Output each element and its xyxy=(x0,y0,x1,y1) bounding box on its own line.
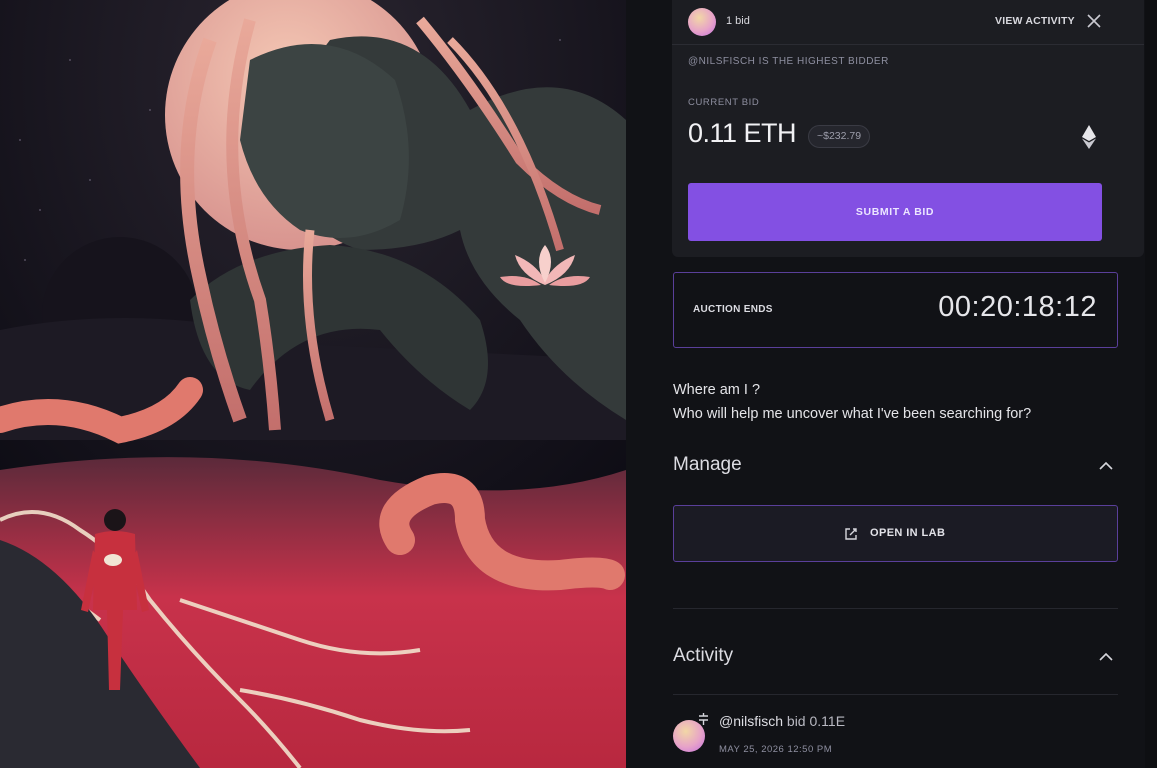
current-bid-label: CURRENT BID xyxy=(688,97,760,108)
artwork-illustration xyxy=(0,0,626,768)
view-activity-link[interactable]: VIEW ACTIVITY xyxy=(995,15,1075,27)
external-edit-icon xyxy=(845,528,857,540)
chevron-up-icon[interactable] xyxy=(1098,651,1114,663)
close-x-icon[interactable] xyxy=(1086,13,1102,29)
auction-ends-label: AUCTION ENDS xyxy=(693,304,773,315)
section-divider xyxy=(673,608,1118,609)
activity-action: bid xyxy=(786,713,806,729)
submit-bid-button[interactable]: SUBMIT A BID xyxy=(688,183,1102,241)
open-in-lab-label: OPEN IN LAB xyxy=(870,527,946,539)
activity-user-link[interactable]: @nilsfisch xyxy=(719,713,783,729)
auction-countdown-box: AUCTION ENDS 00:20:18:12 xyxy=(673,272,1118,348)
chevron-up-icon[interactable] xyxy=(1098,460,1114,472)
usd-value-badge: ~$232.79 xyxy=(808,125,871,148)
auction-panel: 1 bid VIEW ACTIVITY @NILSFISCH IS THE HI… xyxy=(626,0,1157,768)
activity-date: MAY 25, 2026 12:50 PM xyxy=(719,744,833,755)
auction-countdown: 00:20:18:12 xyxy=(938,291,1097,323)
manage-section-title: Manage xyxy=(673,454,742,475)
bidder-avatar[interactable] xyxy=(688,8,716,36)
artwork-description: Where am I ? Who will help me uncover wh… xyxy=(673,378,1031,426)
current-bid-amount: 0.11 ETH xyxy=(688,118,797,148)
section-divider xyxy=(673,694,1118,695)
scrollbar-track[interactable] xyxy=(1145,0,1157,768)
bid-count: 1 bid xyxy=(726,15,750,27)
open-in-lab-button[interactable]: OPEN IN LAB xyxy=(673,505,1118,562)
activity-section-title: Activity xyxy=(673,645,734,666)
bid-icon xyxy=(699,713,708,725)
description-line-1: Where am I ? xyxy=(673,382,761,398)
bid-card-header: 1 bid VIEW ACTIVITY xyxy=(672,0,1144,45)
activity-amount: 0.11E xyxy=(809,713,846,729)
activity-description: @nilsfisch bid 0.11E xyxy=(719,713,845,729)
highest-bidder-text: @NILSFISCH IS THE HIGHEST BIDDER xyxy=(688,56,889,67)
ethereum-icon xyxy=(1082,125,1096,149)
description-line-2: Who will help me uncover what I've been … xyxy=(673,406,1032,422)
bid-card: 1 bid VIEW ACTIVITY @NILSFISCH IS THE HI… xyxy=(672,0,1144,257)
artwork-image[interactable] xyxy=(0,0,626,768)
